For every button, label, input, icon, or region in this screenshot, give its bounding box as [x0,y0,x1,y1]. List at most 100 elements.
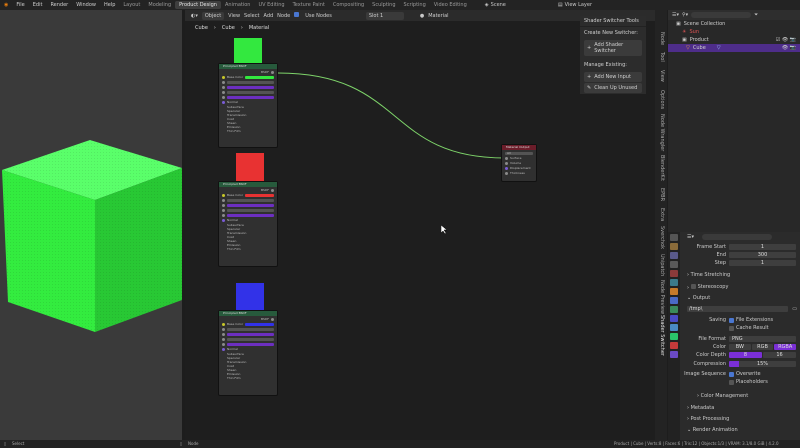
material-output-node[interactable]: Material Output All Surface Volume Displ… [501,144,537,182]
cache-result-checkbox[interactable] [729,325,734,331]
menu-render[interactable]: Render [46,2,72,8]
placeholders-checkbox[interactable] [729,379,734,385]
overwrite-checkbox[interactable] [729,371,734,377]
add-shader-switcher-button[interactable]: + Add Shader Switcher [584,40,642,56]
menu-help[interactable]: Help [100,2,119,8]
tab-texture-paint[interactable]: Texture Paint [289,1,329,9]
post-processing-panel[interactable]: › Post Processing [681,415,800,423]
output-tab-icon[interactable] [670,252,678,259]
tab-options[interactable]: Options [659,90,665,109]
output-panel[interactable]: ⌄ Output [681,294,800,302]
file-format-dropdown[interactable]: PNG [729,336,796,342]
color-management-panel[interactable]: › Color Management [681,392,800,400]
outliner-item-product[interactable]: ▣ Product ☑ 👁 📷 [668,36,800,44]
properties-search-input[interactable] [702,234,772,240]
object-tab-icon[interactable] [670,288,678,295]
filter-icon[interactable]: ⚲▾ [682,12,688,18]
ior-field[interactable] [227,90,274,94]
view-layer-name[interactable]: View Layer [565,2,592,8]
ior-field[interactable] [227,337,274,341]
tab-compositing[interactable]: Compositing [329,1,368,9]
compression-slider[interactable]: 15% [729,361,796,367]
texture-tab-icon[interactable] [670,351,678,358]
color-rgb-button[interactable]: RGB [751,344,774,350]
particles-tab-icon[interactable] [670,306,678,313]
menu-edit[interactable]: Edit [29,2,47,8]
roughness-field[interactable] [227,85,274,89]
folder-icon[interactable]: ▭ [792,306,797,312]
properties-editor-icon[interactable]: ☰▾ [687,234,694,240]
file-extensions-checkbox[interactable] [729,317,734,323]
add-new-input-button[interactable]: + Add New Input [584,72,642,82]
tab-layout[interactable]: Layout [119,1,144,9]
metallic-field[interactable] [227,80,274,84]
alpha-field[interactable] [227,95,274,99]
scene-collection-row[interactable]: ▣ Scene Collection [668,20,800,28]
alpha-field[interactable] [227,213,274,217]
blender-logo-icon[interactable]: ◉ [0,2,12,8]
color-depth-16-button[interactable]: 16 [763,352,796,358]
base-color-swatch[interactable] [245,322,274,326]
tab-modeling[interactable]: Modeling [144,1,175,9]
output-path-field[interactable]: /tmp\ [687,306,789,312]
tab-epbr[interactable]: EPBR [659,188,665,201]
metadata-panel[interactable]: › Metadata [681,404,800,412]
tab-animation[interactable]: Animation [221,1,255,9]
outliner-editor-icon[interactable]: ☰▾ [672,12,679,18]
tab-node-preview[interactable]: Node Preview [659,280,665,314]
time-stretching-panel[interactable]: › Time Stretching [681,271,800,279]
tab-tool[interactable]: Tool [659,52,665,62]
color-rgba-button[interactable]: RGBA [774,344,797,350]
outliner-search-input[interactable] [691,12,752,18]
visibility-icon[interactable]: 👁 📷 [782,45,796,51]
target-dropdown[interactable]: All [505,151,533,155]
funnel-icon[interactable]: ⏷ [754,12,758,18]
principled-bsdf-node-blue[interactable]: Principled BSDF BSDF Base Color Normal S… [218,310,278,396]
stereoscopy-panel[interactable]: › Stereoscopy [681,283,800,291]
outliner-item-sun[interactable]: ☀ Sun [668,28,800,36]
metallic-field[interactable] [227,327,274,331]
material-tab-icon[interactable] [670,342,678,349]
roughness-field[interactable] [227,332,274,336]
tab-blenderkit[interactable]: BlenderKit [659,155,665,181]
modifier-tab-icon[interactable] [670,297,678,304]
tab-shader-switcher[interactable]: Shader Switcher [659,315,665,356]
tab-product-design[interactable]: Product Design [175,1,221,9]
metallic-field[interactable] [227,198,274,202]
tab-node-wrangler[interactable]: Node Wrangler [659,114,665,151]
frame-end-field[interactable]: 300 [729,252,796,258]
tab-scripting[interactable]: Scripting [400,1,430,9]
3d-viewport[interactable] [0,10,182,440]
render-animation-panel[interactable]: ⌄ Render Animation [681,426,800,434]
physics-tab-icon[interactable] [670,315,678,322]
base-color-swatch[interactable] [245,75,274,79]
roughness-field[interactable] [227,203,274,207]
visibility-icon[interactable]: ☑ 👁 📷 [776,37,796,43]
ior-field[interactable] [227,208,274,212]
data-tab-icon[interactable] [670,333,678,340]
tab-uv-editing[interactable]: UV Editing [254,1,288,9]
world-tab-icon[interactable] [670,279,678,286]
principled-bsdf-node-red[interactable]: Principled BSDF BSDF Base Color Normal S… [218,181,278,267]
clean-up-unused-button[interactable]: ✎ Clean Up Unused [584,83,642,93]
tab-sculpting[interactable]: Sculpting [368,1,399,9]
view-layer-tab-icon[interactable] [670,261,678,268]
tab-video-editing[interactable]: Video Editing [430,1,471,9]
constraints-tab-icon[interactable] [670,324,678,331]
tab-extra[interactable]: Extra [659,208,665,221]
outliner-item-cube[interactable]: ▽ Cube ▽ 👁 📷 [668,44,800,52]
scene-tab-icon[interactable] [670,270,678,277]
color-depth-8-button[interactable]: 8 [729,352,762,358]
tab-sverchok[interactable]: Sverchok [659,226,665,249]
frame-step-field[interactable]: 1 [729,260,796,266]
color-bw-button[interactable]: BW [729,344,751,350]
scene-name[interactable]: Scene [491,2,506,8]
tab-node[interactable]: Node [659,32,665,45]
base-color-swatch[interactable] [245,193,274,197]
alpha-field[interactable] [227,342,274,346]
menu-file[interactable]: File [12,2,28,8]
menu-window[interactable]: Window [72,2,100,8]
frame-start-field[interactable]: 1 [729,244,796,250]
tab-view[interactable]: View [659,70,665,82]
tab-unipatch[interactable]: Unipatch [659,254,665,276]
